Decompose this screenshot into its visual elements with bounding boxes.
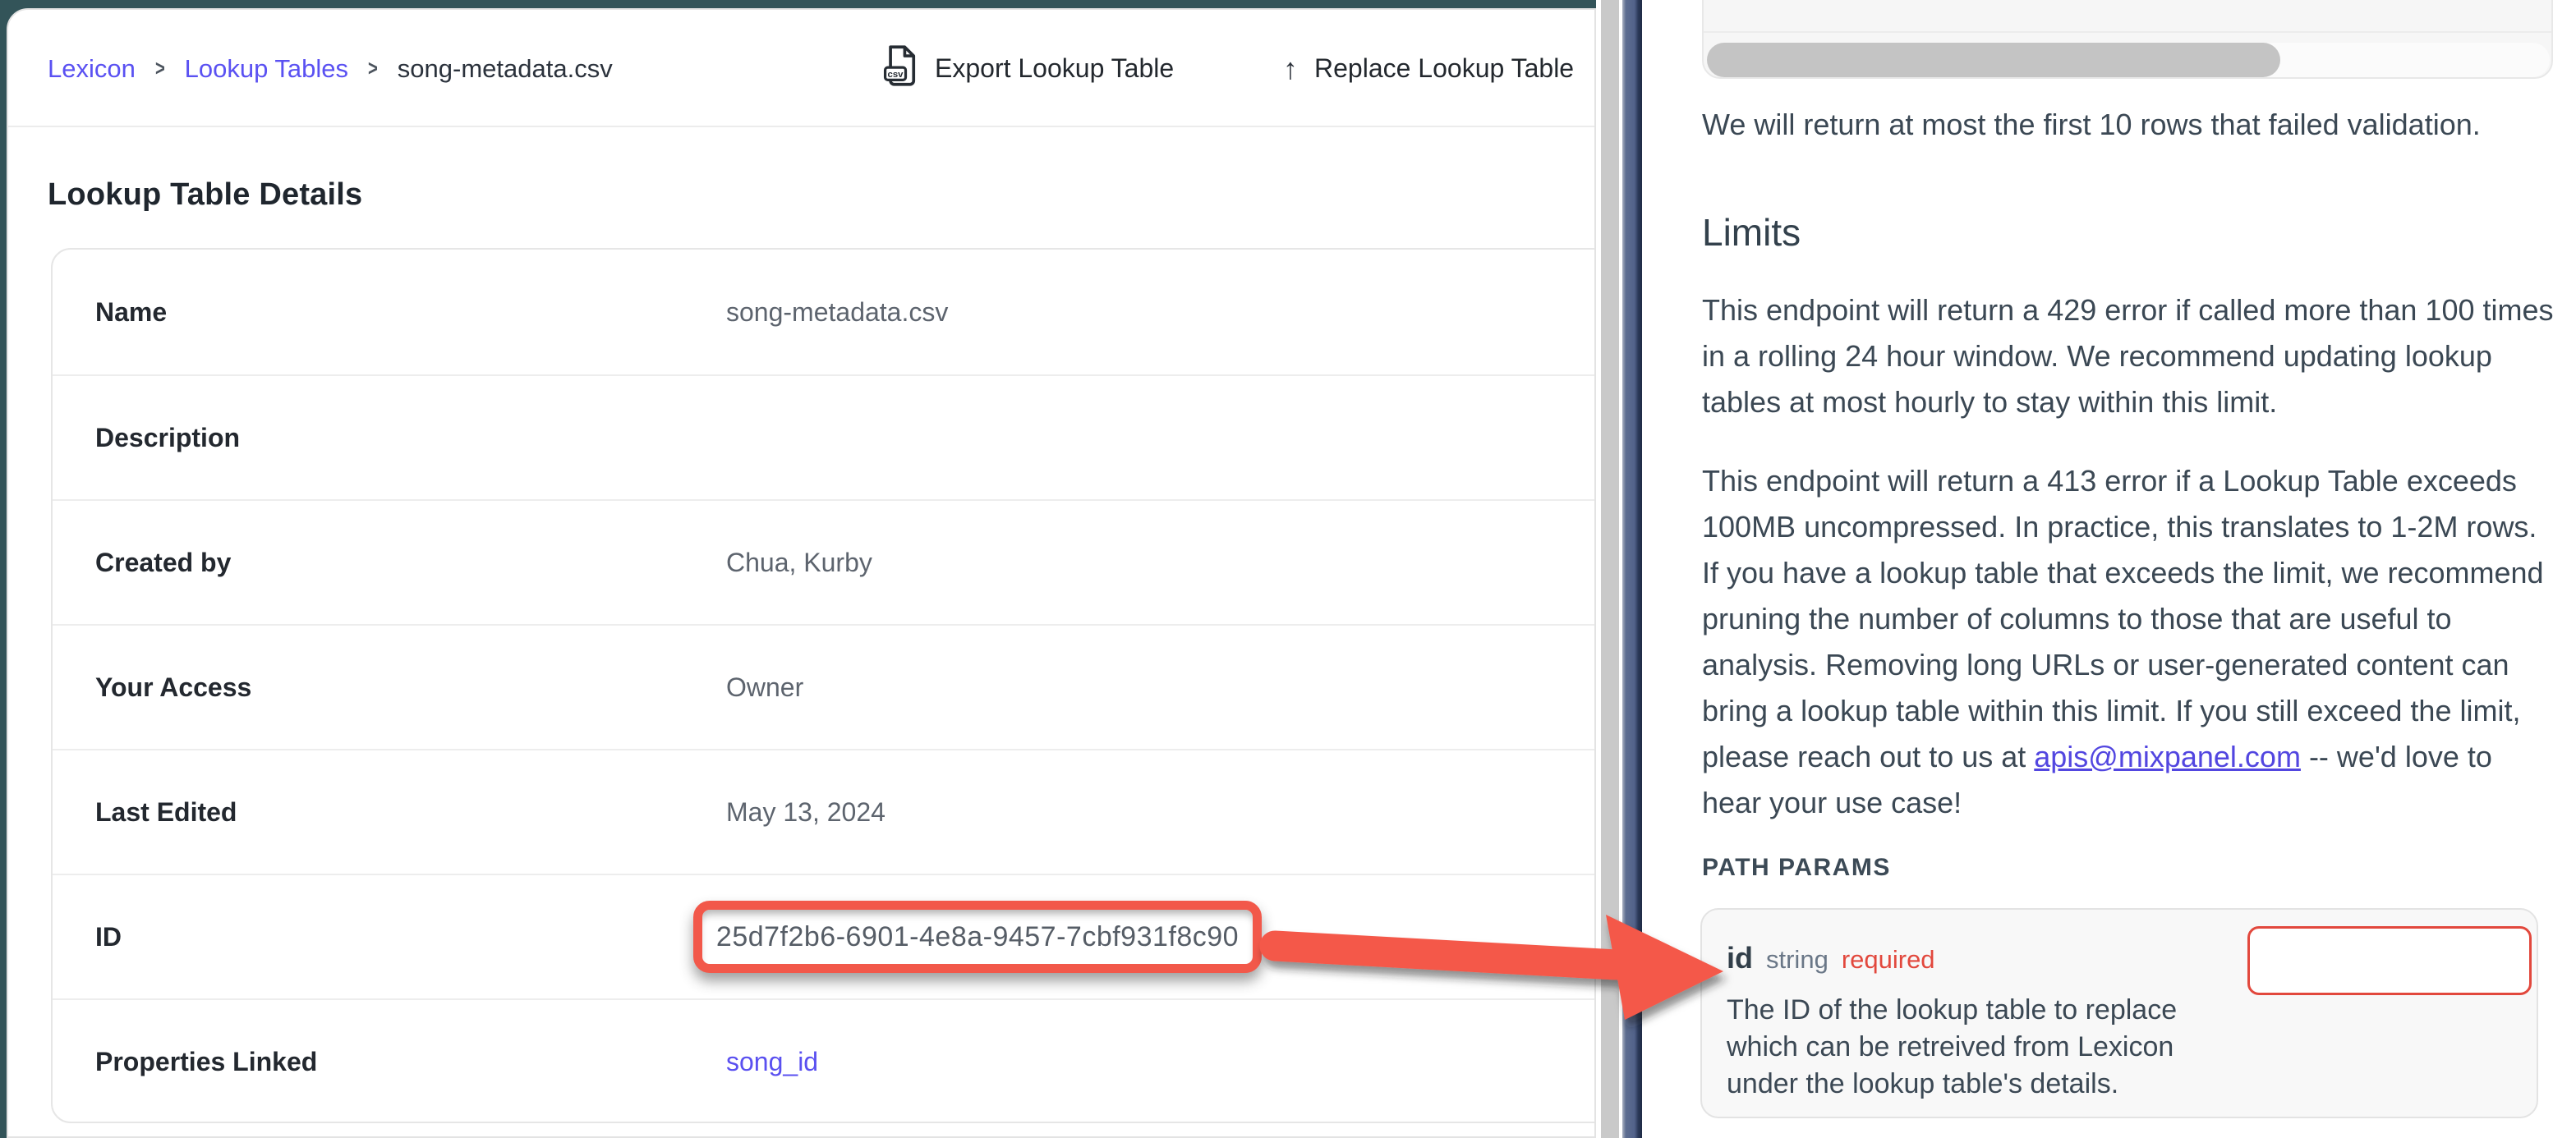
- breadcrumb-link-lookup-tables[interactable]: Lookup Tables: [185, 54, 348, 84]
- row-value: Owner: [726, 672, 803, 703]
- id-param-input[interactable]: [2247, 926, 2532, 995]
- breadcrumb-current-file: song-metadata.csv: [398, 54, 613, 84]
- code-sample-bottom-strip: [1702, 0, 2553, 79]
- param-description: The ID of the lookup table to replace wh…: [1727, 992, 2220, 1103]
- row-value: Chua, Kurby: [726, 548, 872, 578]
- csv-file-icon: csv: [882, 44, 918, 94]
- table-row-name: Name song-metadata.csv: [53, 250, 1596, 374]
- breadcrumb-separator-icon: >: [155, 56, 165, 81]
- param-name: id: [1727, 941, 1753, 975]
- replace-lookup-table-button[interactable]: ↑ Replace Lookup Table: [1283, 10, 1574, 127]
- breadcrumb-link-lexicon[interactable]: Lexicon: [48, 54, 136, 84]
- apis-mixpanel-email-link[interactable]: apis@mixpanel.com: [2034, 740, 2301, 773]
- limits-paragraph-413: This endpoint will return a 413 error if…: [1702, 458, 2558, 826]
- divider: [1704, 31, 2551, 33]
- row-label: ID: [95, 922, 726, 952]
- api-docs-panel: We will return at most the first 10 rows…: [1642, 0, 2576, 1138]
- path-params-section-label: PATH PARAMS: [1702, 854, 1891, 882]
- table-row-last-edited: Last Edited May 13, 2024: [53, 749, 1596, 874]
- left-panel-vertical-scrollbar[interactable]: [1601, 0, 1619, 1138]
- arrow-up-icon: ↑: [1283, 52, 1298, 86]
- param-header: id string required: [1727, 941, 1935, 975]
- table-row-created-by: Created by Chua, Kurby: [53, 499, 1596, 624]
- replace-button-label: Replace Lookup Table: [1314, 53, 1574, 84]
- row-label: Your Access: [95, 672, 726, 703]
- docs-intro-text: We will return at most the first 10 rows…: [1702, 107, 2573, 143]
- limits-heading: Limits: [1702, 210, 1801, 255]
- param-type: string: [1766, 945, 1828, 975]
- row-label: Last Edited: [95, 797, 726, 828]
- row-label: Name: [95, 297, 726, 328]
- window-split-divider[interactable]: [1622, 0, 1642, 1138]
- limits-paragraph-429: This endpoint will return a 429 error if…: [1702, 287, 2558, 425]
- lookup-table-details-panel: Lexicon > Lookup Tables > song-metadata.…: [7, 8, 1596, 1138]
- row-label: Created by: [95, 548, 726, 578]
- lookup-table-id-value: 25d7f2b6-6901-4e8a-9457-7cbf931f8c90: [716, 921, 1239, 953]
- svg-text:csv: csv: [888, 70, 904, 80]
- table-row-id: ID 25d7f2b6-6901-4e8a-9457-7cbf931f8c90: [53, 874, 1596, 998]
- horizontal-scrollbar-thumb[interactable]: [1707, 43, 2280, 77]
- table-row-description: Description: [53, 374, 1596, 499]
- id-value-highlight-box: 25d7f2b6-6901-4e8a-9457-7cbf931f8c90: [693, 901, 1262, 973]
- panel-header: Lexicon > Lookup Tables > song-metadata.…: [8, 10, 1594, 127]
- row-value: song-metadata.csv: [726, 297, 948, 328]
- breadcrumb-separator-icon: >: [368, 56, 378, 81]
- property-link-song-id[interactable]: song_id: [726, 1047, 818, 1076]
- breadcrumb: Lexicon > Lookup Tables > song-metadata.…: [48, 10, 613, 127]
- row-value: May 13, 2024: [726, 797, 886, 828]
- paragraph-text: This endpoint will return a 413 error if…: [1702, 464, 2544, 773]
- row-label: Description: [95, 423, 726, 453]
- table-row-properties-linked: Properties Linked song_id: [53, 998, 1596, 1123]
- param-required-badge: required: [1842, 945, 1935, 975]
- row-label: Properties Linked: [95, 1047, 726, 1077]
- export-button-label: Export Lookup Table: [935, 53, 1174, 84]
- export-lookup-table-button[interactable]: csv Export Lookup Table: [882, 10, 1174, 127]
- details-table: Name song-metadata.csv Description Creat…: [51, 248, 1596, 1123]
- page-title: Lookup Table Details: [48, 177, 362, 213]
- path-param-card: id string required The ID of the lookup …: [1700, 908, 2538, 1118]
- table-row-your-access: Your Access Owner: [53, 624, 1596, 749]
